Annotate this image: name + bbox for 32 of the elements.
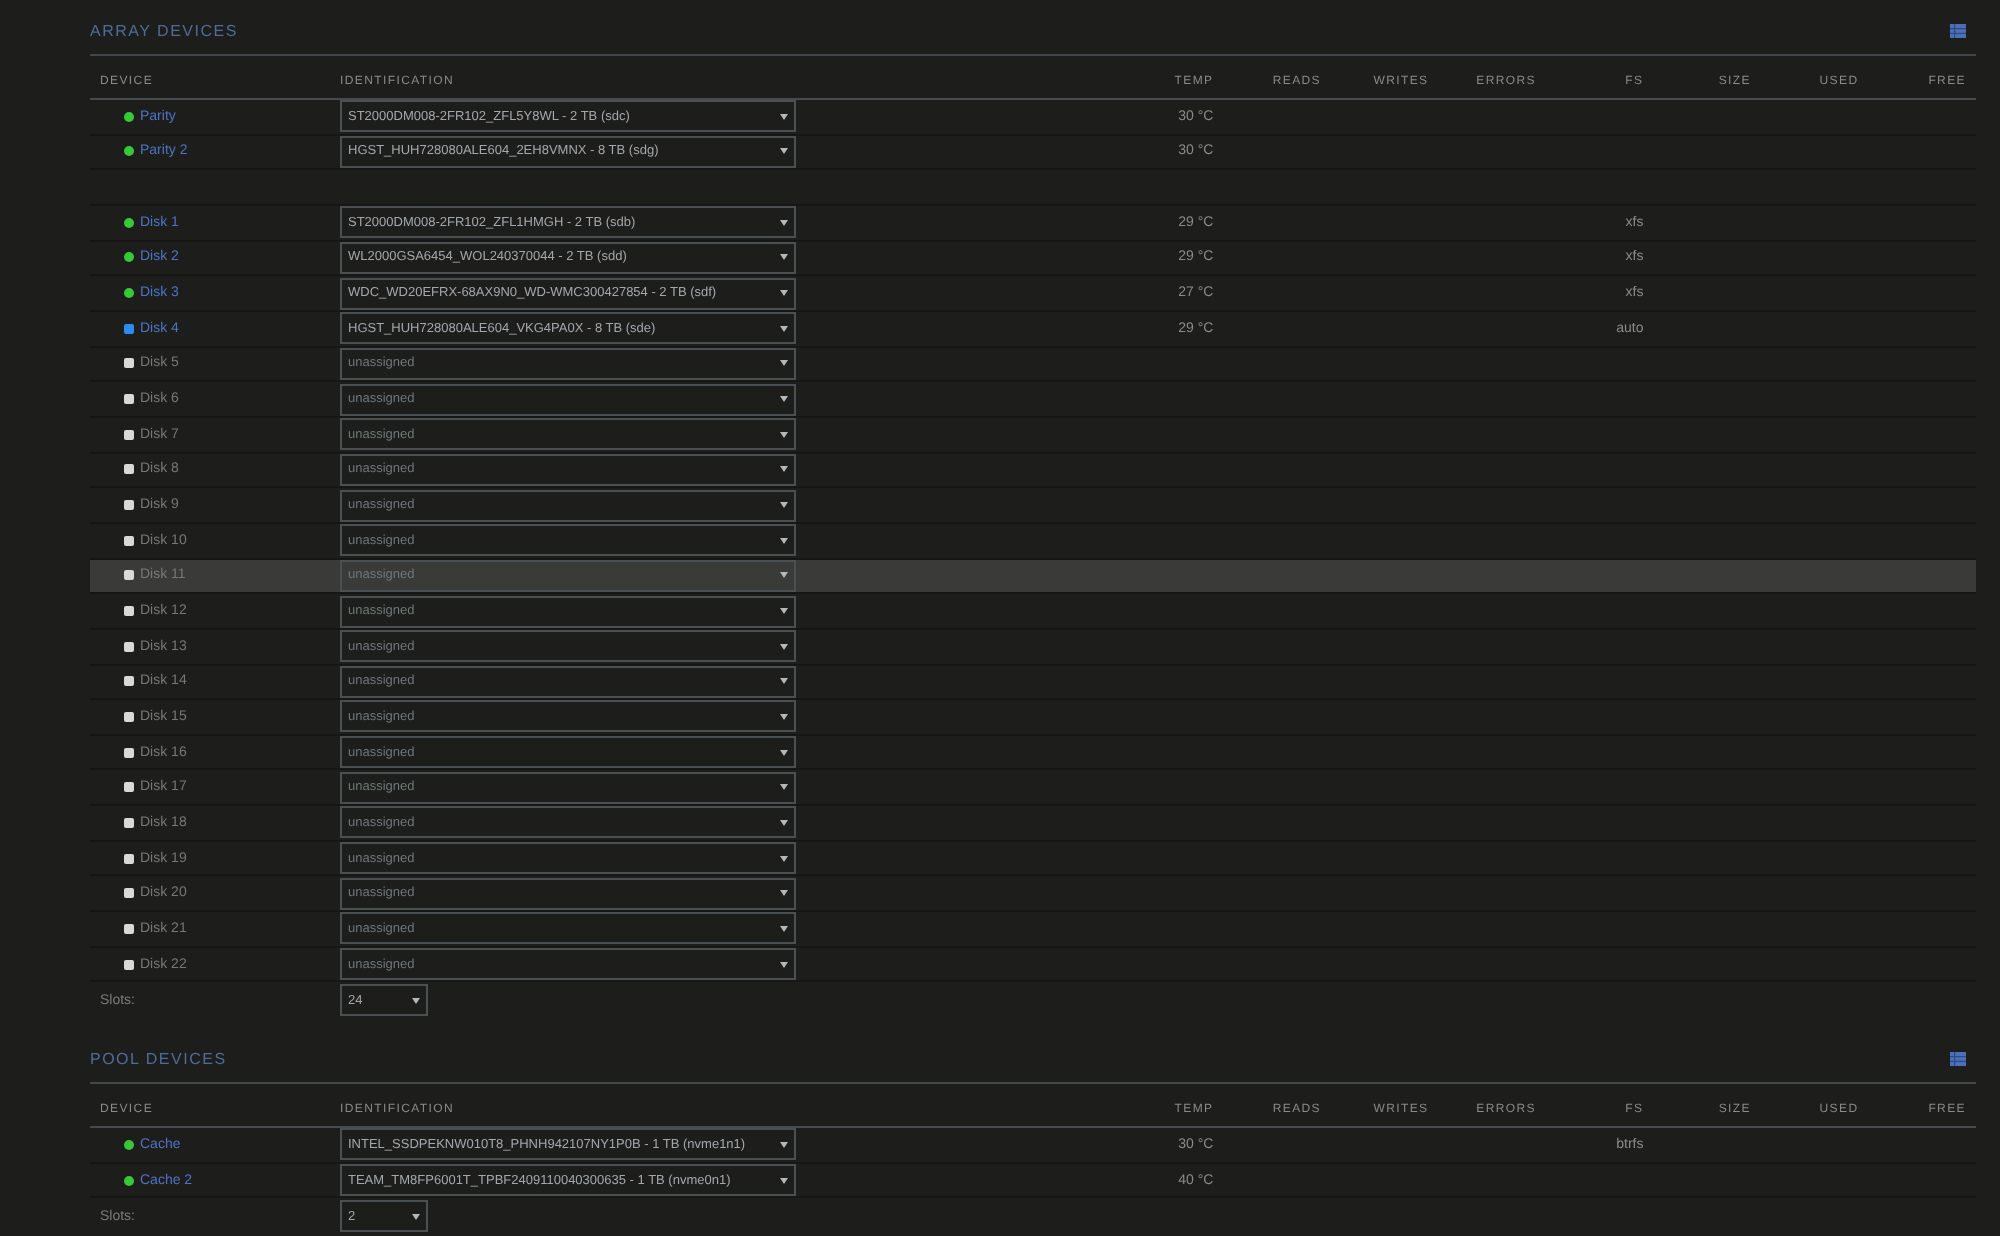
caret-icon [780, 855, 788, 862]
caret-icon [780, 643, 788, 650]
caret-icon [780, 1177, 788, 1184]
caret-icon [780, 1141, 788, 1148]
caret-icon [780, 396, 788, 403]
caret-icon [780, 925, 788, 932]
list-icon[interactable] [1950, 24, 1966, 39]
list-icon[interactable] [1950, 1052, 1966, 1067]
caret-icon [780, 113, 788, 120]
caret-icon [412, 997, 420, 1004]
caret-icon [780, 678, 788, 685]
caret-icon [780, 290, 788, 297]
caret-icon [412, 1213, 420, 1220]
caret-icon [780, 819, 788, 826]
caret-icon [780, 431, 788, 438]
caret-icon [780, 254, 788, 261]
caret-icon [780, 749, 788, 756]
caret-icon [780, 572, 788, 579]
section-title: ARRAY DEVICES [90, 21, 238, 42]
caret-icon [780, 537, 788, 544]
caret-icon [780, 502, 788, 509]
caret-icon [780, 608, 788, 615]
caret-icon [780, 890, 788, 897]
caret-icon [780, 713, 788, 720]
caret-icon [780, 325, 788, 332]
caret-icon [780, 360, 788, 367]
caret-icon [780, 219, 788, 226]
caret-icon [780, 148, 788, 155]
caret-icon [780, 784, 788, 791]
caret-icon [780, 466, 788, 473]
section-title: POOL DEVICES [90, 1049, 227, 1070]
caret-icon [780, 961, 788, 968]
